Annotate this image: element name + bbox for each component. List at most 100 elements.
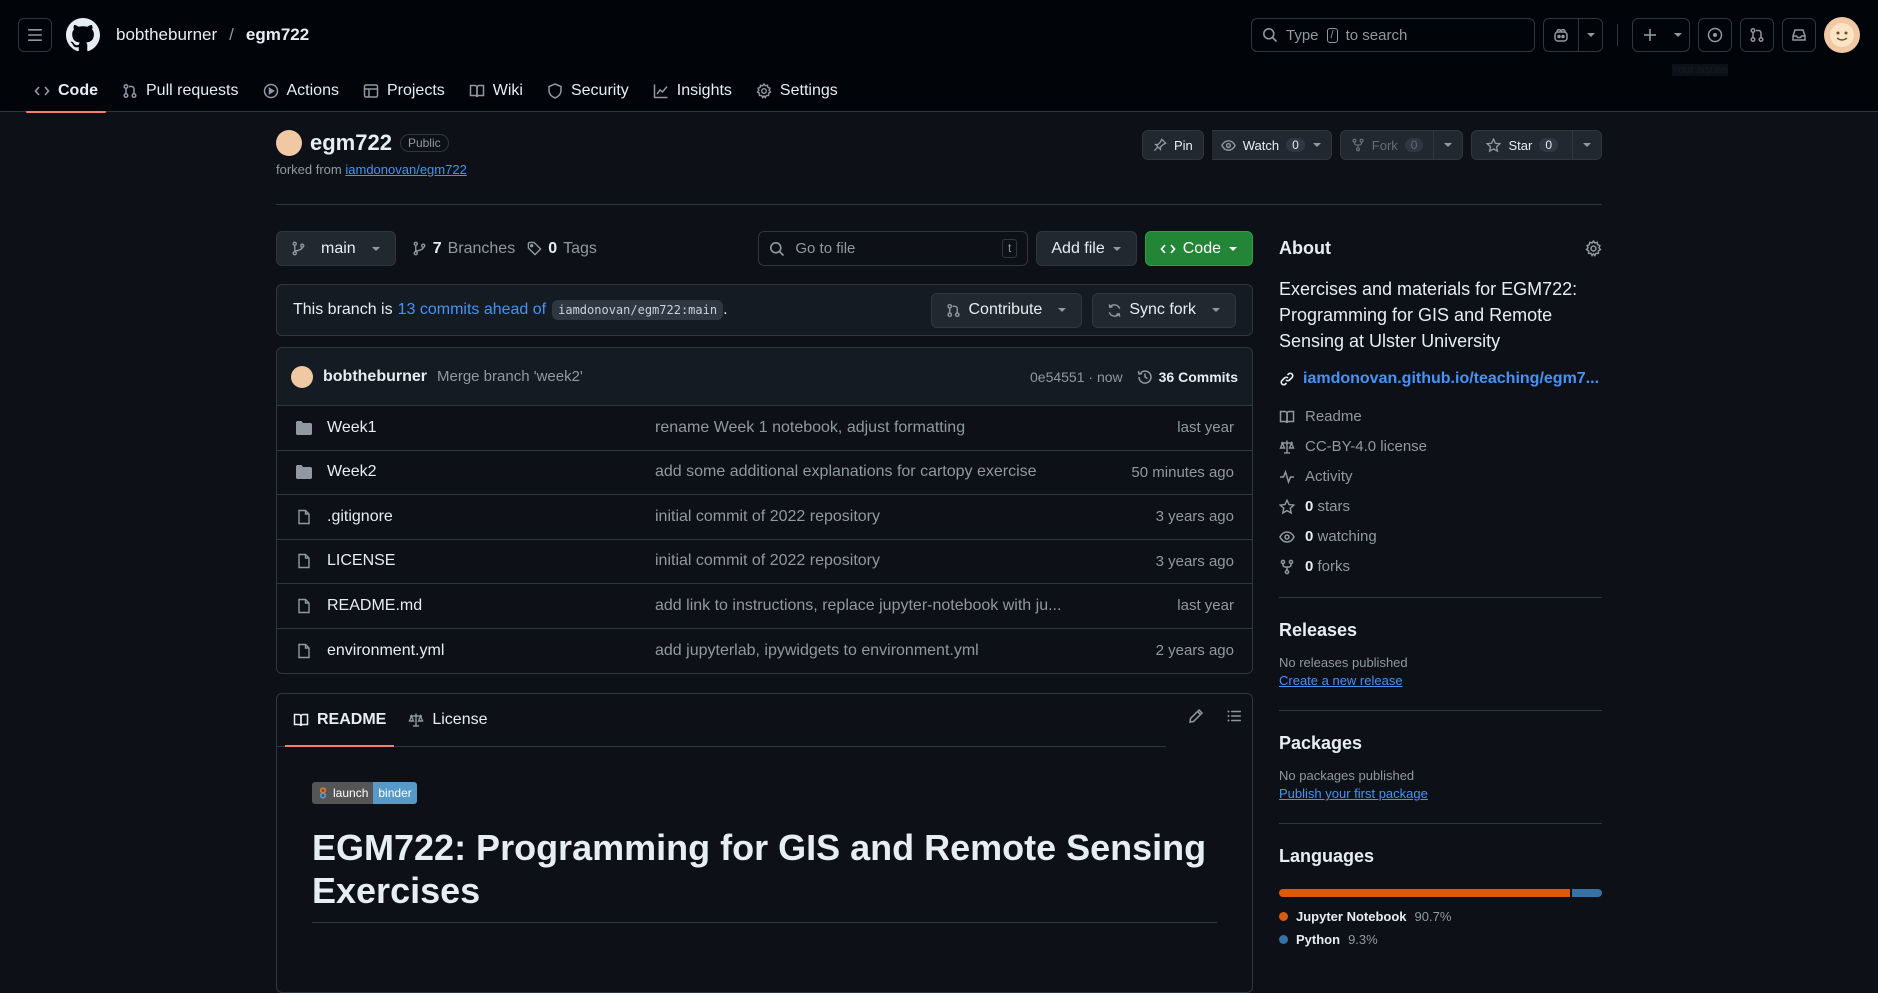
contribute-button[interactable]: Contribute [931, 292, 1083, 328]
stars-link[interactable]: 0 stars [1279, 498, 1602, 515]
eye-icon [1279, 530, 1295, 543]
inbox-button[interactable] [1782, 18, 1816, 52]
copilot-button[interactable] [1544, 19, 1578, 51]
branches-link[interactable]: 7 Branches [412, 240, 515, 258]
commit-author-avatar[interactable] [291, 365, 313, 388]
create-new-dropdown[interactable] [1667, 19, 1689, 51]
file-row[interactable]: LICENSE initial commit of 2022 repository… [277, 540, 1252, 584]
language-item[interactable]: Jupyter Notebook 90.7% [1279, 909, 1602, 924]
tab-pull-requests[interactable]: Pull requests [112, 70, 249, 112]
tab-actions[interactable]: Actions [253, 70, 349, 112]
search-icon [770, 241, 785, 256]
ahead-link[interactable]: 13 commits ahead of [398, 301, 547, 319]
breadcrumb-owner[interactable]: bobtheburner [116, 25, 217, 45]
file-icon [295, 643, 313, 659]
watching-link[interactable]: 0 watching [1279, 528, 1602, 545]
repo-name[interactable]: egm722 [310, 130, 392, 156]
gear-icon[interactable] [1585, 240, 1602, 257]
publish-package-link[interactable]: Publish your first package [1279, 786, 1602, 801]
tab-insights[interactable]: Insights [643, 70, 742, 112]
commit-author[interactable]: bobtheburner [323, 368, 427, 386]
file-commit-message[interactable]: initial commit of 2022 repository [655, 508, 1075, 526]
tab-security[interactable]: Security [537, 70, 639, 112]
user-avatar[interactable] [1824, 17, 1860, 53]
search-suffix: to search [1345, 26, 1408, 44]
breadcrumb-repo[interactable]: egm722 [246, 25, 309, 45]
add-file-button[interactable]: Add file [1036, 231, 1137, 266]
file-row[interactable]: environment.yml add jupyterlab, ipywidget… [277, 629, 1252, 674]
copilot-dropdown[interactable] [1578, 19, 1602, 51]
file-commit-message[interactable]: initial commit of 2022 repository [655, 552, 1075, 570]
about-header: About [1279, 231, 1602, 266]
file-commit-message[interactable]: rename Week 1 notebook, adjust formattin… [655, 419, 1075, 437]
graph-icon [653, 83, 669, 99]
file-name[interactable]: environment.yml [327, 642, 444, 660]
file-row[interactable]: Week2 add some additional explanations fo… [277, 451, 1252, 495]
readme-link[interactable]: Readme [1279, 408, 1602, 425]
repo-owner-avatar[interactable] [276, 130, 302, 156]
license-link-label: CC-BY-4.0 license [1305, 438, 1427, 455]
commit-hash-time[interactable]: 0e54551 · now [1030, 369, 1123, 385]
tab-license[interactable]: License [400, 694, 495, 746]
file-name[interactable]: README.md [327, 597, 422, 615]
pull-requests-button[interactable] [1740, 18, 1774, 52]
file-commit-message[interactable]: add link to instructions, replace jupyte… [655, 597, 1075, 615]
forked-from-link[interactable]: iamdonovan/egm722 [345, 162, 466, 177]
homepage-link[interactable]: iamdonovan.github.io/teaching/egm7... [1279, 370, 1602, 388]
tab-wiki[interactable]: Wiki [459, 70, 533, 112]
watching-count: 0 [1305, 528, 1314, 545]
watch-button[interactable]: Watch 0 [1211, 130, 1332, 160]
file-row[interactable]: README.md add link to instructions, repla… [277, 584, 1252, 629]
tab-projects[interactable]: Projects [353, 70, 455, 112]
file-name[interactable]: Week1 [327, 419, 377, 437]
sync-icon [1108, 303, 1121, 317]
code-button[interactable]: Code [1144, 231, 1253, 266]
commits-history-link[interactable]: 36 Commits [1137, 369, 1238, 385]
activity-link[interactable]: Activity [1279, 468, 1602, 485]
create-new-split-button[interactable] [1632, 18, 1690, 52]
file-commit-message[interactable]: add some additional explanations for car… [655, 463, 1075, 481]
go-to-file-input[interactable]: Go to file t [758, 231, 1029, 266]
copilot-icon [1554, 28, 1568, 42]
pin-icon [1153, 138, 1167, 152]
readme-link-label: Readme [1305, 408, 1362, 425]
file-row[interactable]: Week1 rename Week 1 notebook, adjust form… [277, 406, 1252, 451]
breadcrumb: bobtheburner / egm722 [116, 25, 309, 45]
tab-readme[interactable]: README [285, 694, 395, 747]
commit-message[interactable]: Merge branch 'week2' [437, 368, 583, 385]
file-name[interactable]: LICENSE [327, 552, 395, 570]
launch-binder-badge[interactable]: launch binder [312, 782, 417, 804]
global-search-input[interactable]: Type / to search [1251, 18, 1535, 52]
file-commit-message[interactable]: add jupyterlab, ipywidgets to environmen… [655, 642, 1075, 660]
menu-button[interactable] [18, 18, 52, 52]
tab-settings[interactable]: Settings [746, 70, 848, 112]
forks-link[interactable]: 0 forks [1279, 558, 1602, 575]
fork-label: Fork [1371, 137, 1398, 153]
issues-button[interactable] [1698, 18, 1732, 52]
star-button[interactable]: Star 0 [1471, 130, 1573, 160]
branch-select[interactable]: main [276, 231, 396, 266]
create-new-button[interactable] [1633, 19, 1667, 51]
header-divider [1617, 24, 1618, 46]
packages-heading[interactable]: Packages [1279, 733, 1602, 754]
language-item[interactable]: Python 9.3% [1279, 932, 1602, 947]
ahead-suffix: . [723, 301, 728, 318]
star-dropdown[interactable] [1573, 130, 1602, 160]
pencil-icon[interactable] [1188, 708, 1204, 724]
file-name[interactable]: Week2 [327, 463, 377, 481]
tags-link[interactable]: 0 Tags [527, 240, 597, 258]
license-link[interactable]: CC-BY-4.0 license [1279, 438, 1602, 455]
create-release-link[interactable]: Create a new release [1279, 673, 1602, 688]
github-logo-icon[interactable] [66, 18, 100, 52]
sync-fork-button[interactable]: Sync fork [1092, 292, 1236, 328]
file-name[interactable]: .gitignore [327, 508, 393, 526]
pin-button[interactable]: Pin [1141, 130, 1204, 160]
fork-dropdown[interactable] [1434, 130, 1464, 160]
tab-code[interactable]: Code [24, 70, 108, 113]
tab-readme-label: README [317, 711, 387, 728]
file-row[interactable]: .gitignore initial commit of 2022 reposit… [277, 495, 1252, 540]
fork-button[interactable]: Fork 0 [1339, 130, 1435, 160]
releases-heading[interactable]: Releases [1279, 620, 1602, 641]
list-unordered-icon[interactable] [1226, 708, 1242, 724]
git-branch-icon [292, 241, 305, 256]
